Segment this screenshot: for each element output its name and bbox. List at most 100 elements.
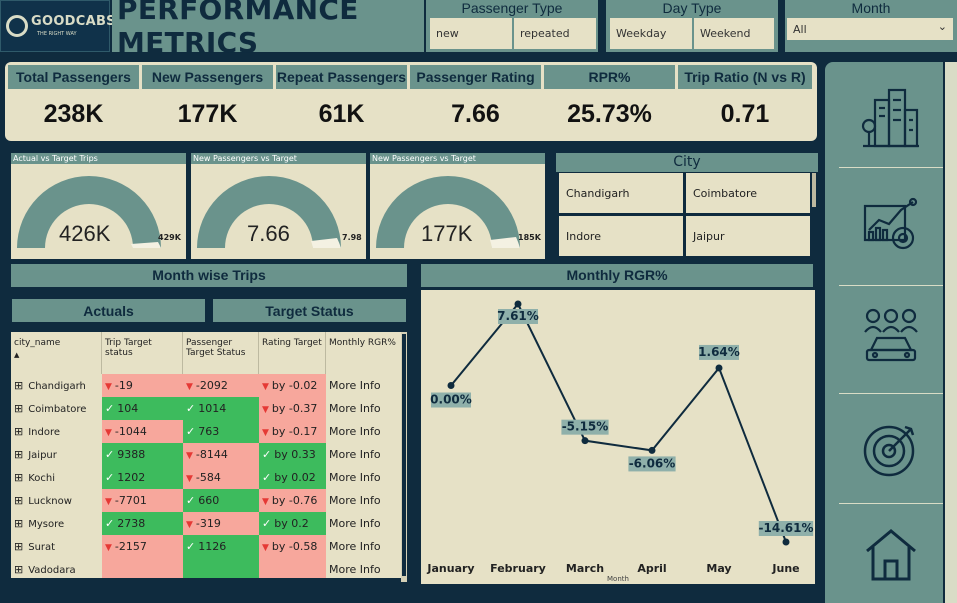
rgr-more-info-cell: More Info [326,466,401,489]
col-header-rgr[interactable]: Monthly RGR% [326,332,401,374]
down-arrow-icon: ▼ [186,382,193,392]
option-weekday[interactable]: Weekday [610,18,692,49]
month-slicer: Month All ⌄ [785,0,957,52]
rgr-point[interactable] [782,538,790,546]
chevron-down-icon: ⌄ [937,20,947,33]
trip-target-cell: ✓ 9388 [102,443,183,466]
city-option-coimbatore[interactable]: Coimbatore [686,173,810,213]
cell-value: -7701 [114,494,147,507]
kpi-value: 25.73% [544,89,675,136]
more-info-link[interactable]: More Info [329,448,381,461]
down-arrow-icon: ▼ [262,382,269,392]
trip-target-cell: ▼ -1044 [102,420,183,443]
more-info-link[interactable]: More Info [329,379,381,392]
down-arrow-icon: ▼ [186,451,193,461]
expand-icon[interactable]: ⊞ [14,379,23,392]
table-scrollbar[interactable] [401,332,407,582]
expand-icon[interactable]: ⊞ [14,494,23,507]
more-info-link[interactable]: More Info [329,517,381,530]
city-buildings-icon[interactable] [861,88,921,148]
passengers-car-icon[interactable] [861,306,921,366]
sort-asc-icon: ▲ [14,351,20,359]
gauge-new-passengers-rating: New Passengers vs Target 7.66 7.98 [191,153,366,259]
brand-name: GOODCABS [31,14,116,29]
x-tick-label: May [706,562,731,575]
cell-value: -584 [195,471,221,484]
divider [839,393,943,394]
passenger-type-label: Passenger Type [461,0,563,16]
more-info-link[interactable]: More Info [329,402,381,415]
expand-icon[interactable]: ⊞ [14,517,23,530]
more-info-link[interactable]: More Info [329,425,381,438]
down-arrow-icon: ▼ [262,428,269,438]
option-new[interactable]: new [430,18,512,49]
city-option-indore[interactable]: Indore [559,216,683,256]
home-icon[interactable] [861,525,921,585]
kpi-repeat-passengers: Repeat Passengers 61K [276,65,407,138]
rating-target-cell: ▼ by -0.76 [259,489,326,512]
kpi-passenger-rating: Passenger Rating 7.66 [410,65,541,138]
col-header-city[interactable]: city_name ▲ [11,332,102,374]
more-info-link[interactable]: More Info [329,471,381,484]
rgr-point[interactable] [514,300,522,308]
option-repeated[interactable]: repeated [514,18,596,49]
cell-value: -2092 [195,379,228,392]
rgr-point[interactable] [447,382,455,390]
x-axis-label: Month [607,575,629,583]
expand-icon[interactable]: ⊞ [14,425,23,438]
kpi-row: Total Passengers 238K New Passengers 177… [5,62,817,141]
down-arrow-icon: ▼ [105,543,112,553]
expand-icon[interactable]: ⊞ [14,471,23,484]
data-label: 1.64% [698,345,740,359]
sidebar-scroll-strip [943,62,957,603]
check-icon: ✓ [186,494,196,507]
col-header-passenger[interactable]: Passenger Target Status [183,332,259,374]
trip-target-cell: ✓ 104 [102,397,183,420]
down-arrow-icon: ▼ [186,474,193,484]
passenger-target-cell: ▼ -319 [183,512,259,535]
rgr-more-info-cell: More Info [326,397,401,420]
expand-icon[interactable]: ⊞ [14,402,23,415]
more-info-link[interactable]: More Info [329,494,381,507]
target-status-button[interactable]: Target Status [212,298,407,323]
table-row-city: ⊞ Jaipur [11,443,102,466]
table-h-scrollbar[interactable] [11,578,401,582]
analytics-icon[interactable] [861,194,921,254]
x-tick-label: January [426,562,474,575]
gear-logo-icon [6,15,28,37]
brand-logo: GOODCABS THE RIGHT WAY [0,0,116,52]
down-arrow-icon: ▼ [105,382,112,392]
rgr-more-info-cell: More Info [326,420,401,443]
option-weekend[interactable]: Weekend [694,18,774,49]
city-name: Mysore [28,519,65,530]
check-icon: ✓ [105,402,115,415]
col-header-trip[interactable]: Trip Target status [102,332,183,374]
city-scrollbar[interactable] [812,173,816,207]
more-info-link[interactable]: More Info [329,540,381,553]
col-header-rating[interactable]: Rating Target [259,332,326,374]
actuals-button[interactable]: Actuals [11,298,206,323]
expand-icon[interactable]: ⊞ [14,540,23,553]
col-header-label: city_name [14,338,61,348]
expand-icon[interactable]: ⊞ [14,563,23,576]
check-icon: ✓ [262,517,272,530]
rating-target-cell: ✓ by 0.2 [259,512,326,535]
month-dropdown[interactable]: All ⌄ [787,18,953,40]
x-tick-label: March [566,562,604,575]
more-info-link[interactable]: More Info [329,563,381,576]
city-option-jaipur[interactable]: Jaipur [686,216,810,256]
cell-value: -19 [114,379,133,392]
check-icon: ✓ [186,425,196,438]
expand-icon[interactable]: ⊞ [14,448,23,461]
city-option-chandigarh[interactable]: Chandigarh [559,173,683,213]
rgr-point[interactable] [581,437,589,445]
month-wise-trips-title: Month wise Trips [11,264,407,287]
kpi-label: RPR% [544,65,675,89]
gauge-target: 429K [158,233,181,242]
rgr-point[interactable] [715,364,723,372]
target-icon[interactable] [861,419,921,479]
kpi-value: 177K [142,89,273,136]
divider [839,285,943,286]
rgr-point[interactable] [648,446,656,454]
nav-sidebar [825,62,957,603]
